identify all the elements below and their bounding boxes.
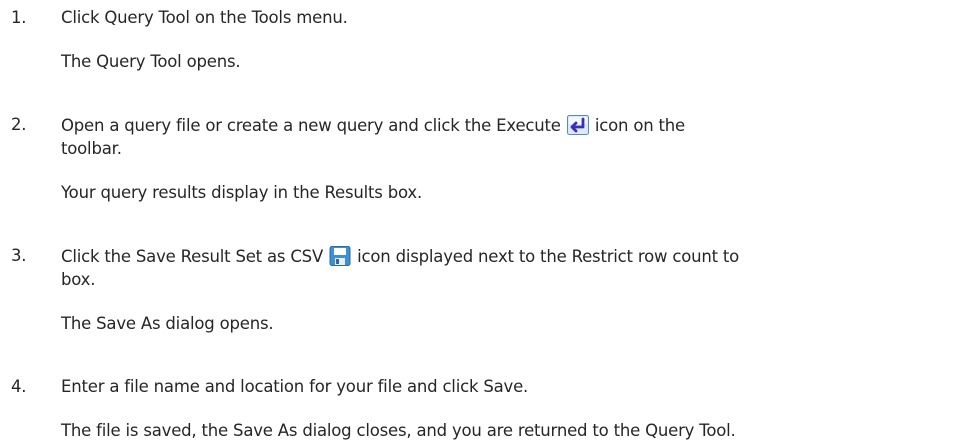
step-number: 3. (11, 246, 27, 265)
step-result: The Save As dialog opens. (61, 314, 274, 333)
step-result: Your query results display in the Result… (61, 183, 423, 202)
step-result: The Query Tool opens. (61, 52, 241, 71)
step-action: Click Query Tool on the Tools menu. (61, 8, 348, 27)
step-action-text: Open a query file or create a new query … (61, 116, 561, 135)
step-action: Enter a file name and location for your … (61, 377, 529, 396)
step-number: 4. (11, 377, 27, 396)
execute-icon (566, 115, 589, 135)
step-action-line1: Click the Save Result Set as CSV icon di… (61, 246, 739, 266)
step-number: 1. (11, 8, 27, 27)
step-action-text: icon on the (594, 116, 685, 135)
step-action-line2: toolbar. (61, 139, 122, 158)
step-number: 2. (11, 115, 27, 134)
step-action-line1: Open a query file or create a new query … (61, 115, 685, 135)
save-icon (329, 246, 351, 266)
step-action-text: icon displayed next to the Restrict row … (357, 247, 740, 266)
step-result: The file is saved, the Save As dialog cl… (61, 421, 736, 440)
step-action-line2: box. (61, 270, 96, 289)
step-action-text: Click the Save Result Set as CSV (61, 247, 324, 266)
